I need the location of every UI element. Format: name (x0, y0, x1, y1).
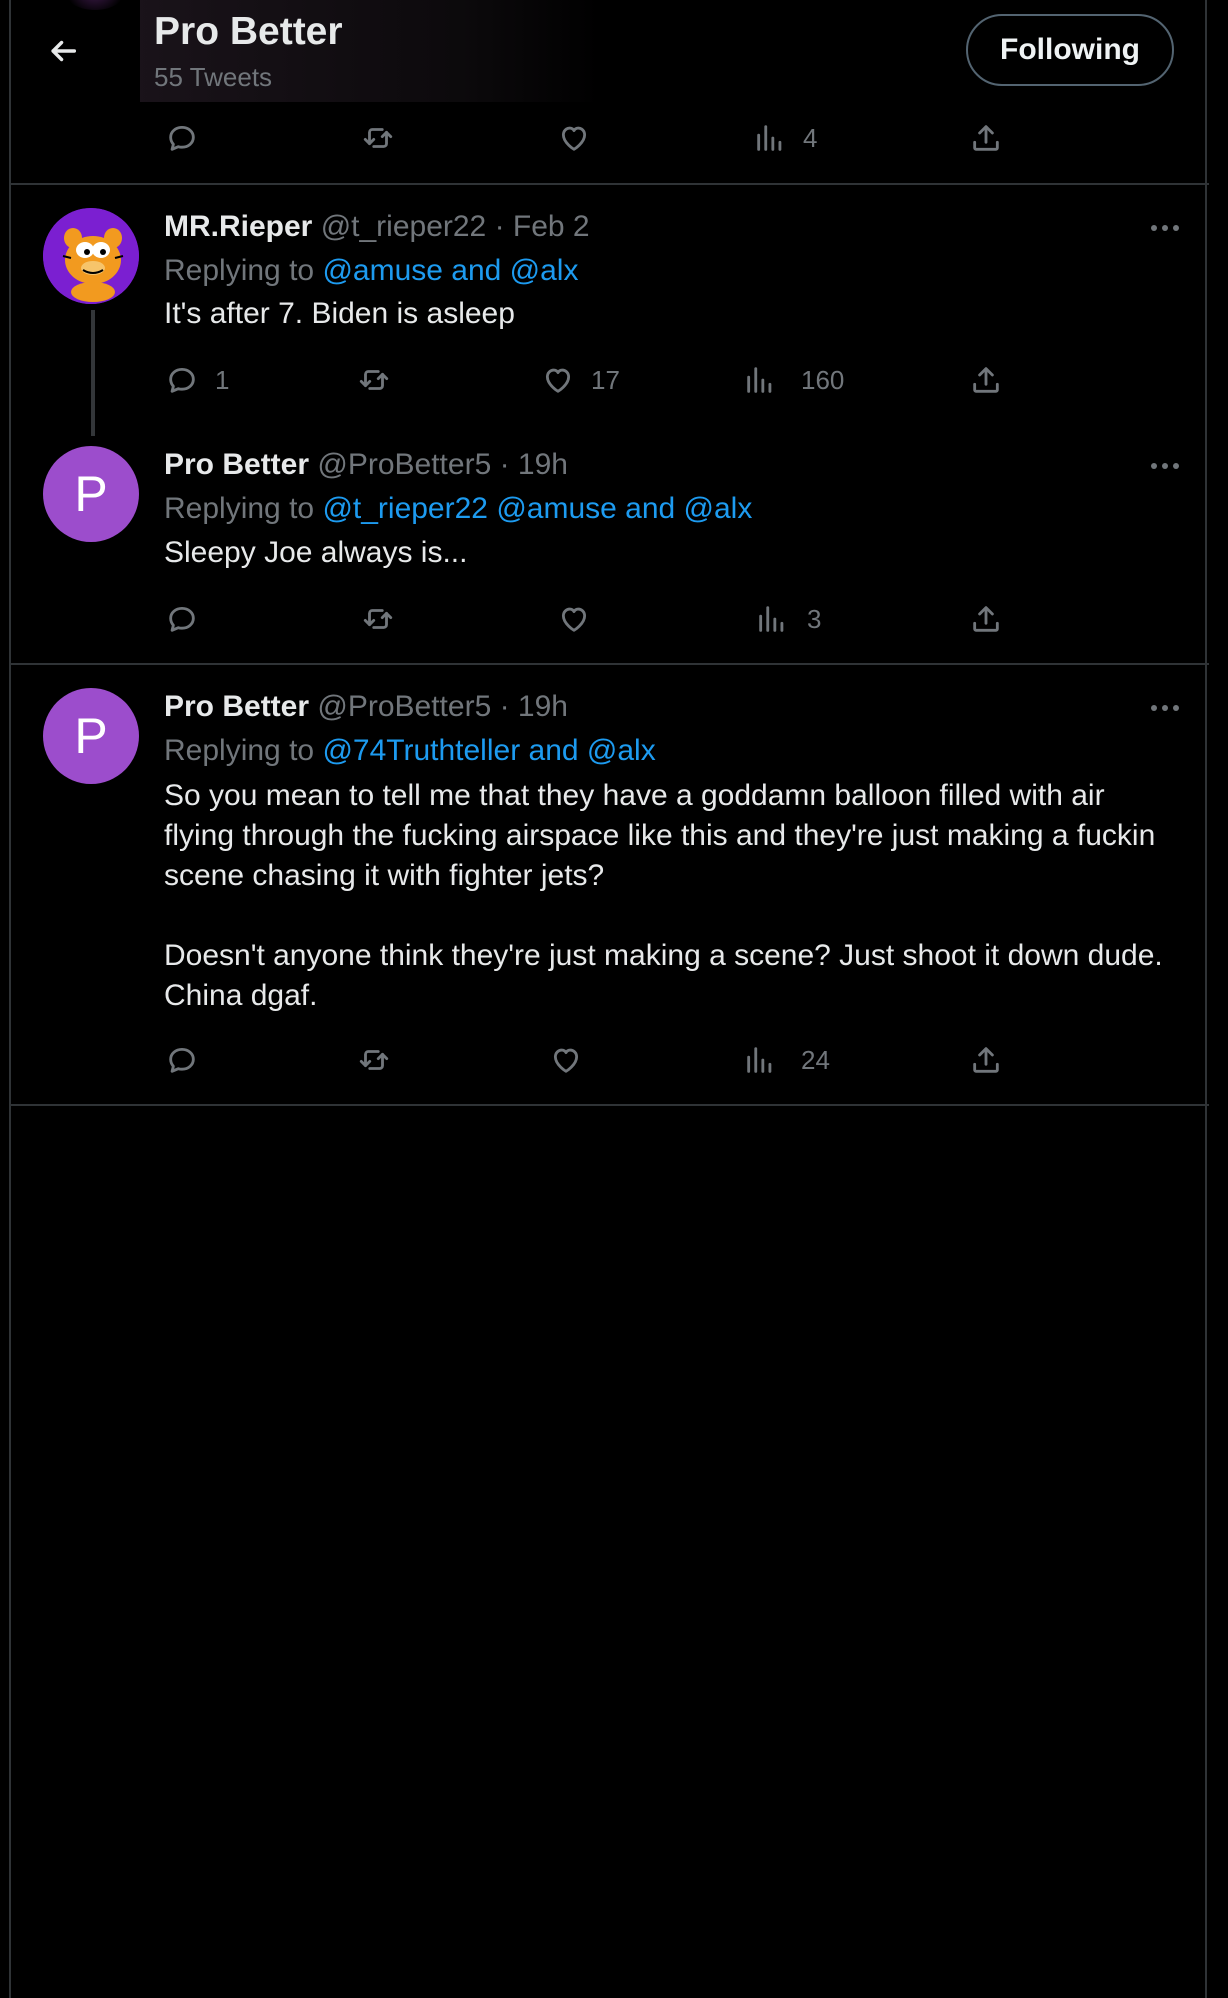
views-button[interactable]: 160 (743, 360, 844, 400)
more-icon (1151, 463, 1179, 469)
reply-icon (169, 367, 195, 393)
like-button[interactable] (557, 118, 591, 158)
replying-to: Replying to @t_rieper22 @amuse and @alx (164, 492, 752, 526)
author-name[interactable]: Pro Better (164, 448, 309, 481)
avatar[interactable]: P (43, 688, 139, 784)
share-button[interactable] (969, 118, 1003, 158)
more-icon (1151, 705, 1179, 711)
reply-button[interactable]: 1 (165, 360, 229, 400)
views-icon (759, 606, 784, 632)
retweet-icon (363, 609, 393, 629)
replying-links[interactable]: @t_rieper22 @amuse and @alx (322, 492, 752, 525)
more-button[interactable] (1145, 213, 1185, 243)
retweet-icon (359, 370, 389, 390)
views-count: 160 (801, 364, 845, 395)
retweet-icon (359, 1050, 389, 1070)
author-name[interactable]: Pro Better (164, 690, 309, 723)
views-count: 3 (807, 603, 822, 634)
views-count: 4 (803, 122, 818, 153)
replying-prefix: Replying to (164, 492, 315, 525)
tweet-text: It's after 7. Biden is asleep (164, 297, 515, 330)
replying-prefix: Replying to (164, 734, 315, 767)
heart-icon (553, 1048, 579, 1073)
views-icon (747, 367, 772, 393)
share-icon (973, 367, 999, 393)
tweet-actions: 1 17 160 (11, 360, 1209, 400)
replying-to: Replying to @74Truthteller and @alx (164, 734, 656, 768)
reply-icon (169, 606, 195, 632)
like-button[interactable] (549, 1040, 583, 1080)
reply-button[interactable] (165, 599, 199, 639)
tweet-count: 55 Tweets (154, 62, 273, 92)
header-glow (60, 0, 130, 10)
tweet-text: Sleepy Joe always is... (164, 536, 468, 569)
tweet-divider (11, 183, 1209, 185)
timeline-column: 4 MR.Rieper @t_rieper22 · Feb 2 Replying… (9, 0, 1209, 1998)
tweet-text: So you mean to tell me that they have a … (164, 779, 1163, 1012)
views-count: 24 (801, 1044, 830, 1075)
share-icon (973, 606, 999, 632)
reply-icon (169, 125, 195, 151)
more-icon (1151, 225, 1179, 231)
page-title: Pro Better (154, 10, 343, 53)
views-button[interactable]: 24 (743, 1040, 830, 1080)
retweet-button[interactable] (357, 360, 391, 400)
tweet-divider (11, 663, 1209, 665)
heart-icon (561, 607, 587, 632)
retweet-button[interactable] (357, 1040, 391, 1080)
replying-links[interactable]: @74Truthteller and @alx (322, 734, 655, 767)
retweet-button[interactable] (361, 118, 395, 158)
like-button[interactable] (557, 599, 591, 639)
reply-icon (169, 1047, 195, 1073)
more-button[interactable] (1145, 451, 1185, 481)
avatar-letter: P (74, 708, 108, 764)
more-button[interactable] (1145, 693, 1185, 723)
reply-button[interactable] (165, 118, 199, 158)
tweet-actions: 24 (11, 1040, 1209, 1080)
author-handle-time: @ProBetter5 · 19h (317, 690, 568, 723)
replying-prefix: Replying to (164, 254, 315, 287)
views-icon (757, 125, 782, 151)
profile-header: Pro Better 55 Tweets Following (0, 0, 1228, 104)
arrow-left-icon (51, 40, 77, 62)
share-button[interactable] (969, 360, 1003, 400)
reply-button[interactable] (165, 1040, 199, 1080)
author-handle-time: @ProBetter5 · 19h (317, 448, 568, 481)
avatar[interactable]: P (43, 446, 139, 542)
tweet-actions: 4 (11, 118, 1209, 158)
tweet-header: Pro Better @ProBetter5 · 19h (164, 690, 568, 724)
like-button[interactable]: 17 (541, 360, 620, 400)
share-button[interactable] (969, 1040, 1003, 1080)
share-icon (973, 125, 999, 151)
tweet-header: MR.Rieper @t_rieper22 · Feb 2 (164, 210, 590, 244)
heart-icon (561, 126, 587, 151)
share-icon (973, 1047, 999, 1073)
like-count: 17 (591, 364, 620, 395)
retweet-button[interactable] (361, 599, 395, 639)
retweet-icon (363, 128, 393, 148)
author-handle-time: @t_rieper22 · Feb 2 (320, 210, 590, 243)
back-button[interactable] (40, 28, 86, 74)
views-icon (747, 1047, 772, 1073)
replying-to: Replying to @amuse and @alx (164, 254, 578, 288)
heart-icon (545, 368, 571, 393)
following-button[interactable]: Following (966, 14, 1174, 86)
cat-avatar-icon (43, 208, 139, 304)
views-button[interactable]: 3 (755, 599, 821, 639)
views-button[interactable]: 4 (753, 118, 817, 158)
avatar[interactable] (43, 208, 139, 304)
tweet-header: Pro Better @ProBetter5 · 19h (164, 448, 568, 482)
author-name[interactable]: MR.Rieper (164, 210, 312, 243)
share-button[interactable] (969, 599, 1003, 639)
avatar-letter: P (74, 466, 108, 522)
tweet-divider (11, 1104, 1209, 1106)
reply-count: 1 (215, 364, 230, 395)
tweet-actions: 3 (11, 599, 1209, 639)
replying-links[interactable]: @amuse and @alx (322, 254, 578, 287)
